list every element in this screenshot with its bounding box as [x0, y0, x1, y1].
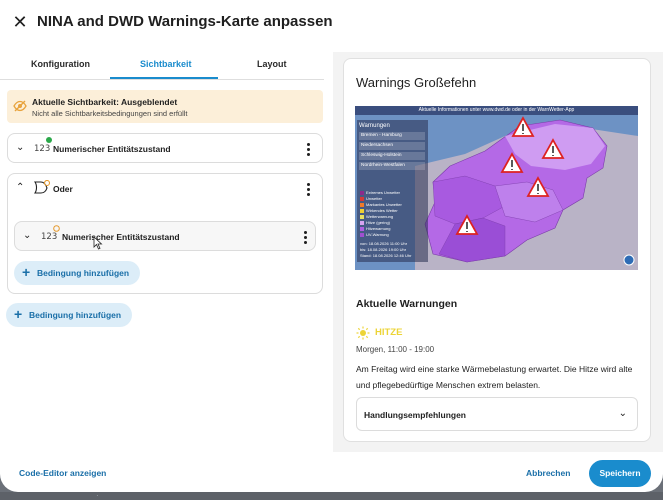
legend-item: Wirkendes Wetter [360, 208, 398, 213]
warning-time: Morgen, 11:00 - 19:00 [356, 345, 435, 354]
condition-card-numeric: ⌄ 123 Numerischer Entitätszustand [7, 133, 323, 163]
tab-konfiguration[interactable]: Konfiguration [31, 59, 90, 69]
map-region: Bremen - Hamburg [359, 132, 425, 140]
status-dot [46, 137, 52, 143]
close-icon[interactable]: ✕ [10, 12, 30, 32]
numeric-icon: 123 [34, 144, 51, 154]
save-button[interactable]: Speichern [589, 460, 651, 487]
add-condition-button[interactable]: + Bedingung hinzufügen [6, 303, 132, 327]
plus-icon: + [14, 306, 23, 322]
warning-map: Aktuelle Informationen unter www.dwd.de … [355, 106, 638, 270]
dialog: ✕ NINA and DWD Warnings-Karte anpassen K… [0, 0, 663, 492]
legend-item: Hitzewarnung [360, 226, 390, 231]
visibility-banner: Aktuelle Sichtbarkeit: Ausgeblendet Nich… [7, 90, 323, 123]
map-region: Schleswig-Holstein [359, 152, 425, 160]
condition-label: Numerischer Entitätszustand [62, 232, 180, 242]
warning-description: Am Freitag wird eine starke Wärmebelastu… [356, 364, 633, 390]
code-editor-button[interactable]: Code-Editor anzeigen [19, 468, 106, 478]
map-region: Nordrhein-Westfalen [359, 162, 425, 170]
tab-layout[interactable]: Layout [257, 59, 287, 69]
condition-card-or: ⌃ Oder ⌄ 123 Numerischer Entitätszustand… [7, 173, 323, 294]
numeric-icon: 123 [41, 232, 58, 242]
preview-pane: Warnings Großefehn Aktuelle Informatione… [333, 52, 663, 452]
map-date: von: 18.08.2026 11:00 Uhr [360, 241, 408, 246]
chevron-down-icon[interactable]: ⌄ [23, 230, 31, 241]
add-condition-inner-button[interactable]: + Bedingung hinzufügen [14, 261, 140, 285]
legend-item: Unwetter [360, 196, 382, 201]
more-icon[interactable] [303, 142, 313, 156]
eye-off-icon [13, 100, 27, 112]
chevron-down-icon: ⌄ [618, 408, 627, 419]
condition-label: Numerischer Entitätszustand [53, 144, 171, 154]
visibility-subtitle: Nicht alle Sichtbarkeitsbedingungen sind… [32, 109, 188, 118]
legend-item: Markantes Unwetter [360, 202, 402, 207]
status-dot [53, 225, 60, 232]
dialog-title: NINA and DWD Warnings-Karte anpassen [37, 13, 333, 30]
card-title: Warnings Großefehn [356, 75, 477, 90]
legend-item: Hitze (gering) [360, 220, 390, 225]
dwd-logo-icon [623, 254, 635, 266]
tab-sichtbarkeit[interactable]: Sichtbarkeit [140, 59, 192, 69]
background-strip: · [0, 491, 663, 500]
warning-title: HITZE [375, 327, 403, 338]
legend-item: Extremes Unwetter [360, 190, 400, 195]
map-legend-panel: Warnungen Bremen - Hamburg Niedersachsen… [357, 120, 428, 262]
map-panel-title: Warnungen [359, 123, 390, 129]
tab-indicator [110, 77, 218, 79]
sun-icon [356, 326, 370, 340]
condition-label-or: Oder [53, 184, 73, 194]
map-date: Stand: 18.08.2026 12:46 Uhr [360, 253, 412, 258]
or-gate-icon [33, 180, 51, 194]
chevron-up-icon[interactable]: ⌃ [16, 182, 24, 193]
mouse-pointer-icon [93, 236, 103, 250]
warnings-card: Warnings Großefehn Aktuelle Informatione… [343, 58, 651, 442]
tab-bar: Konfiguration Sichtbarkeit Layout [0, 52, 324, 80]
chevron-down-icon[interactable]: ⌄ [16, 142, 24, 153]
current-warnings-title: Aktuelle Warnungen [356, 298, 458, 310]
cancel-button[interactable]: Abbrechen [526, 468, 570, 478]
legend-item: Wetterwarnung [360, 214, 393, 219]
more-icon[interactable] [300, 230, 310, 244]
map-date: bis: 18.08.2026 19:00 Uhr [360, 247, 407, 252]
visibility-title: Aktuelle Sichtbarkeit: Ausgeblendet [32, 97, 178, 107]
legend-item: UV-Warnung [360, 232, 389, 237]
more-icon[interactable] [303, 182, 313, 196]
plus-icon: + [22, 264, 31, 280]
map-region: Niedersachsen [359, 142, 425, 150]
condition-card-nested: ⌄ 123 Numerischer Entitätszustand [14, 221, 316, 251]
recommendations-accordion[interactable]: Handlungsempfehlungen ⌄ [356, 397, 638, 431]
map-caption: Aktuelle Informationen unter www.dwd.de … [355, 106, 638, 115]
